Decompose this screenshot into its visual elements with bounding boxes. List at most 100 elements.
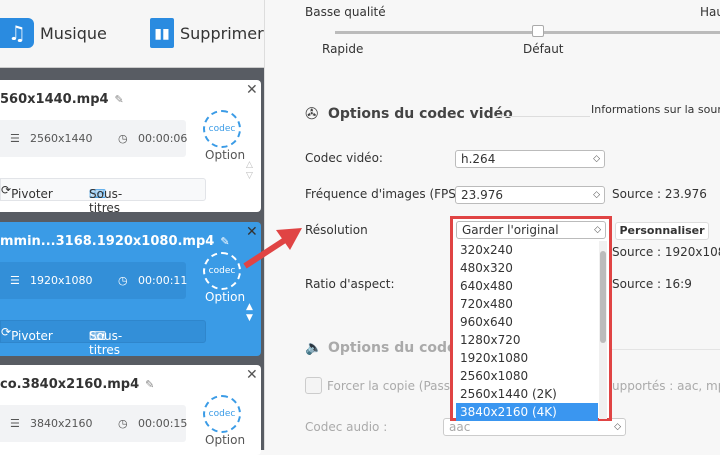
fps-label: Fréquence d'images (FPS): xyxy=(305,187,465,201)
resolution-option[interactable]: 320x240 xyxy=(456,241,598,259)
file-actions: ⟳ Pivoter ⌨ Sous-titres xyxy=(0,178,206,215)
scrollbar-thumb[interactable] xyxy=(600,251,606,343)
resolution-option[interactable]: 1280x720 xyxy=(456,331,598,349)
codec-gear-icon[interactable]: codec xyxy=(203,395,241,433)
fps-value: 23.976 xyxy=(461,188,503,202)
force-copy-label: Forcer la copie (Passer xyxy=(327,379,463,393)
add-music-button[interactable]: ♫ Musique xyxy=(0,18,107,48)
rotate-button[interactable]: ⟳ Pivoter xyxy=(1,325,53,343)
file-info: ☰ 3840x2160 ◷ 00:00:15 xyxy=(0,405,188,442)
resolution-source: Source : 1920x1080 xyxy=(612,245,720,259)
toolbar: ♫ Musique ▮▮ Supprimer xyxy=(0,0,264,68)
clock-icon: ◷ xyxy=(118,132,128,145)
subtitles-label: Sous-titres xyxy=(89,329,123,357)
aspect-source: Source : 16:9 xyxy=(612,277,692,291)
aspect-ratio-label: Ratio d'aspect: xyxy=(305,277,395,291)
file-name-text: mmin...3168.1920x1080.mp4 xyxy=(0,234,215,249)
file-actions: ⟳ Pivoter ⌨ Sous-titres xyxy=(0,320,206,357)
resolution-icon: ☰ xyxy=(10,132,20,145)
file-card[interactable]: 560x1440.mp4 ✎ ☰ 2560x1440 ◷ 00:00:06 cod… xyxy=(0,80,261,215)
edit-icon[interactable]: ✎ xyxy=(115,93,124,106)
codec-gear-icon[interactable]: codec xyxy=(203,252,241,290)
video-codec-select[interactable]: h.264 ◇ xyxy=(455,150,605,168)
updown-chevron-icon: ◇ xyxy=(614,422,621,432)
file-name: mmin...3168.1920x1080.mp4 ✎ xyxy=(0,234,230,249)
close-icon[interactable]: ✕ xyxy=(246,82,258,98)
add-music-label: Musique xyxy=(40,23,107,43)
resolution-dropdown-highlight: Garder l'original ◇ 320x240 480x320 640x480… xyxy=(450,216,612,421)
file-card-selected[interactable]: mmin...3168.1920x1080.mp4 ✎ ☰ 1920x1080 ◷… xyxy=(0,222,261,357)
file-list-panel: ♫ Musique ▮▮ Supprimer 560x1440.mp4 ✎ ☰ 2… xyxy=(0,0,264,455)
resolution-option[interactable]: 1920x1080 xyxy=(456,349,598,367)
quality-slider-track[interactable] xyxy=(335,31,720,34)
codec-gear-icon[interactable]: codec xyxy=(203,110,241,148)
film-reel-icon: ✇ xyxy=(305,104,319,123)
file-duration: 00:00:15 xyxy=(138,417,188,430)
fps-source: Source : 23.976 xyxy=(612,187,707,201)
subtitles-label: Sous-titres xyxy=(89,187,123,215)
trash-icon: ▮▮ xyxy=(150,18,174,48)
updown-chevron-icon: ◇ xyxy=(593,190,600,200)
music-add-icon: ♫ xyxy=(0,18,34,48)
supported-formats: upportés : aac, mp3, xyxy=(612,379,720,393)
file-name-text: 560x1440.mp4 xyxy=(0,92,109,107)
divider xyxy=(495,116,590,117)
option-label[interactable]: Option xyxy=(205,148,245,162)
default-label: Défaut xyxy=(523,42,564,56)
speaker-icon: 🔈 xyxy=(305,340,323,356)
resolution-option[interactable]: 3840x2160 (4K) xyxy=(456,403,598,421)
resolution-option[interactable]: 960x640 xyxy=(456,313,598,331)
source-info-link[interactable]: Informations sur la source xyxy=(591,103,720,116)
option-label[interactable]: Option xyxy=(205,433,245,447)
quality-slider-thumb[interactable] xyxy=(532,25,544,37)
rotate-label: Pivoter xyxy=(11,329,53,343)
clock-icon: ◷ xyxy=(118,417,128,430)
file-info: ☰ 1920x1080 ◷ 00:00:11 xyxy=(0,262,188,299)
edit-icon[interactable]: ✎ xyxy=(220,235,229,248)
file-card[interactable]: co.3840x2160.mp4 ✎ ☰ 3840x2160 ◷ 00:00:15… xyxy=(0,365,261,455)
resolution-select[interactable]: Garder l'original ◇ xyxy=(456,221,606,239)
file-duration: 00:00:11 xyxy=(138,274,188,287)
reorder-arrows[interactable]: △ ▽ xyxy=(246,160,253,182)
red-arrow-annotation xyxy=(243,228,302,269)
fast-label: Rapide xyxy=(322,42,364,56)
resolution-icon: ☰ xyxy=(10,417,20,430)
audio-codec-value: aac xyxy=(449,420,471,434)
delete-button[interactable]: ▮▮ Supprimer xyxy=(150,18,264,48)
codec-text: codec xyxy=(208,266,236,276)
low-quality-label: Basse qualité xyxy=(305,5,386,19)
high-quality-label: Hau xyxy=(700,5,720,19)
resolution-value: Garder l'original xyxy=(462,223,559,237)
resolution-option[interactable]: 2560x1080 xyxy=(456,367,598,385)
option-label[interactable]: Option xyxy=(205,290,245,304)
force-copy-checkbox[interactable] xyxy=(305,377,322,394)
file-name: co.3840x2160.mp4 ✎ xyxy=(0,377,154,392)
customize-button[interactable]: Personnaliser xyxy=(615,222,709,240)
reorder-arrows[interactable]: ▲ ▼ xyxy=(246,302,253,324)
scrollbar[interactable] xyxy=(599,241,607,419)
video-codec-label: Codec vidéo: xyxy=(305,151,383,165)
resolution-option[interactable]: 720x480 xyxy=(456,295,598,313)
resolution-label: Résolution xyxy=(305,223,368,237)
file-name-text: co.3840x2160.mp4 xyxy=(0,377,140,392)
clock-icon: ◷ xyxy=(118,274,128,287)
resolution-icon: ☰ xyxy=(10,274,20,287)
edit-icon[interactable]: ✎ xyxy=(145,378,154,391)
rotate-button[interactable]: ⟳ Pivoter xyxy=(1,183,53,201)
updown-chevron-icon: ◇ xyxy=(593,154,600,164)
resolution-option[interactable]: 2560x1440 (2K) xyxy=(456,385,598,403)
video-codec-value: h.264 xyxy=(461,152,496,166)
divider xyxy=(612,349,720,350)
codec-text: codec xyxy=(208,409,236,419)
file-info: ☰ 2560x1440 ◷ 00:00:06 xyxy=(0,120,188,157)
fps-select[interactable]: 23.976 ◇ xyxy=(455,186,605,204)
close-icon[interactable]: ✕ xyxy=(246,367,258,383)
file-duration: 00:00:06 xyxy=(138,132,188,145)
delete-label: Supprimer xyxy=(180,23,264,43)
codec-text: codec xyxy=(208,124,236,134)
rotate-label: Pivoter xyxy=(11,187,53,201)
resolution-option[interactable]: 480x320 xyxy=(456,259,598,277)
resolution-option[interactable]: 640x480 xyxy=(456,277,598,295)
audio-codec-label: Codec audio : xyxy=(305,420,388,434)
file-name: 560x1440.mp4 ✎ xyxy=(0,92,124,107)
